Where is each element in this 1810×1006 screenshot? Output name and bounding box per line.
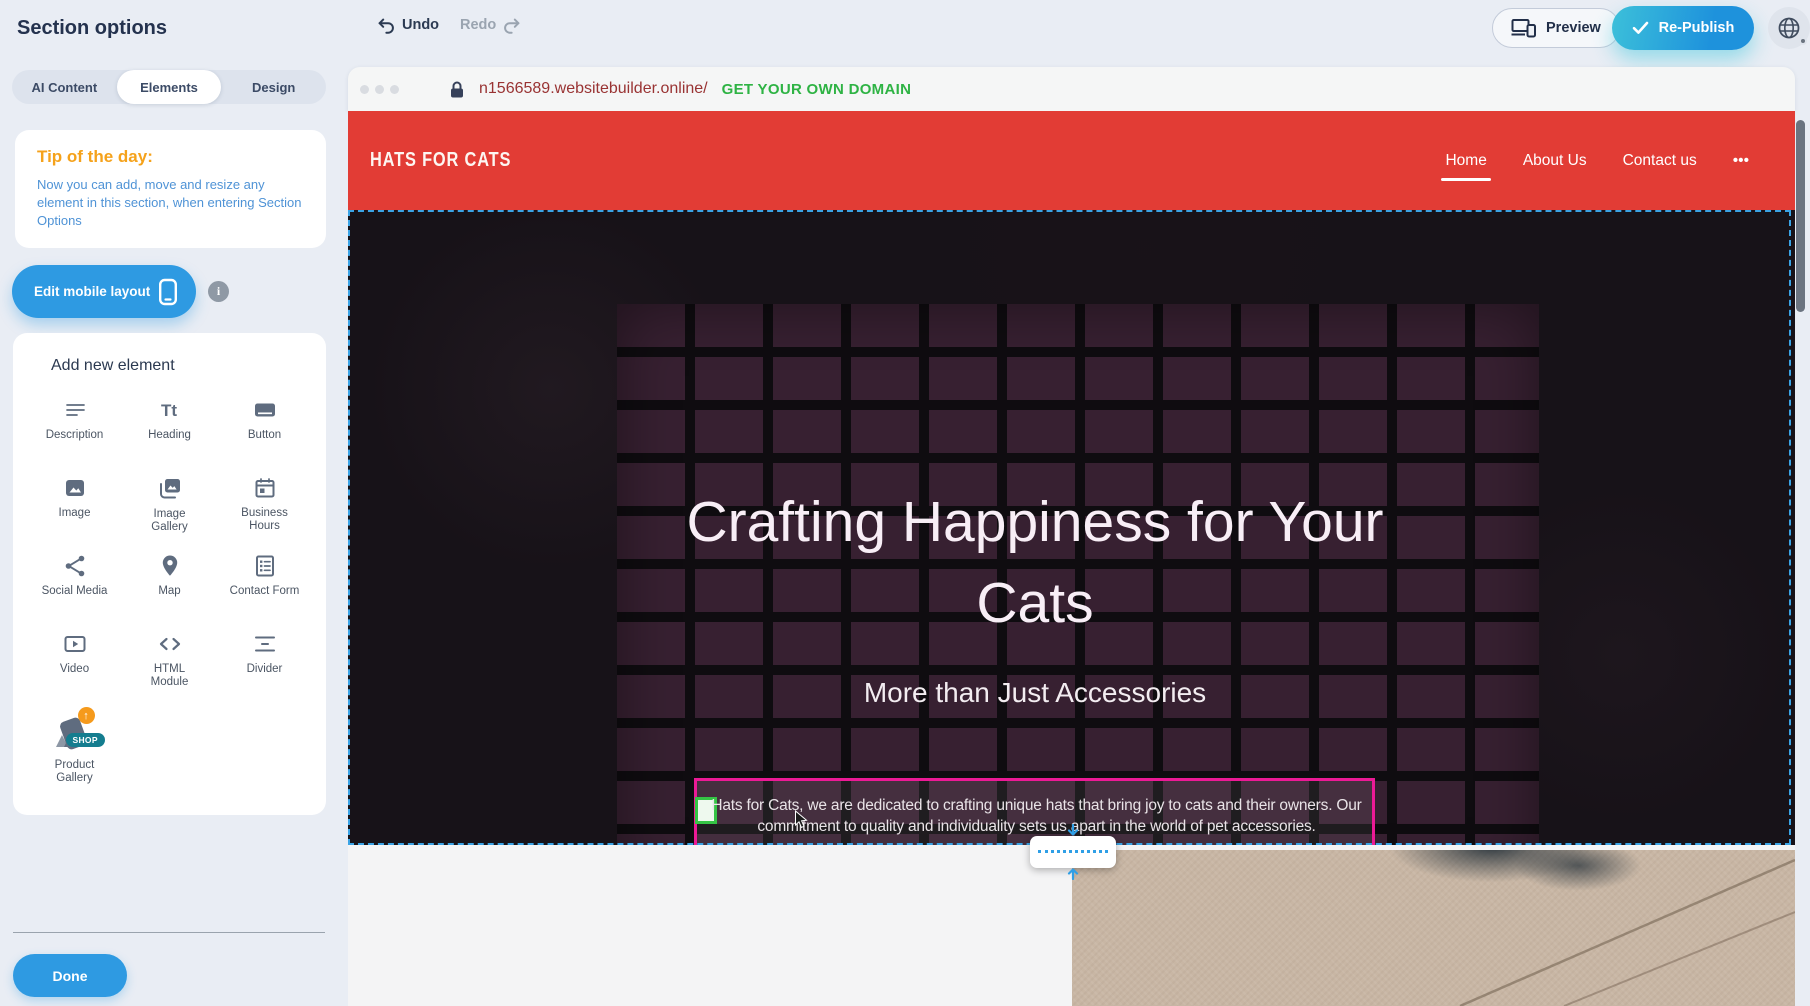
heading-icon: Tt bbox=[157, 397, 183, 423]
lock-icon bbox=[449, 80, 465, 99]
panel-tabs: AI Content Elements Design bbox=[12, 70, 326, 104]
add-new-element-card: Add new element Description Tt Heading bbox=[13, 333, 326, 815]
section-resize-handle[interactable] bbox=[1030, 836, 1116, 868]
edit-mobile-layout-button[interactable]: Edit mobile layout bbox=[12, 265, 196, 318]
devices-icon bbox=[1511, 18, 1537, 38]
description-icon bbox=[62, 397, 88, 423]
element-html-module[interactable]: HTML Module bbox=[122, 631, 217, 695]
element-description[interactable]: Description bbox=[27, 397, 122, 461]
image-icon bbox=[62, 475, 88, 501]
tab-elements[interactable]: Elements bbox=[117, 70, 222, 104]
redo-icon bbox=[503, 16, 523, 34]
get-domain-link[interactable]: GET YOUR OWN DOMAIN bbox=[722, 81, 912, 98]
element-grid: Description Tt Heading Button bbox=[27, 397, 312, 785]
element-map[interactable]: Map bbox=[122, 553, 217, 617]
tab-design[interactable]: Design bbox=[221, 70, 326, 104]
button-icon bbox=[252, 397, 278, 423]
add-element-title: Add new element bbox=[27, 357, 312, 375]
check-icon bbox=[1632, 21, 1649, 35]
element-video[interactable]: Video bbox=[27, 631, 122, 695]
undo-button[interactable]: Undo bbox=[375, 16, 439, 34]
map-icon bbox=[157, 553, 183, 579]
done-button[interactable]: Done bbox=[13, 954, 127, 997]
tab-ai-content[interactable]: AI Content bbox=[12, 70, 117, 104]
element-image-gallery[interactable]: Image Gallery bbox=[122, 475, 217, 539]
mobile-phone-icon bbox=[158, 278, 178, 306]
site-preview-window: n1566589.websitebuilder.online/ GET YOUR… bbox=[348, 67, 1795, 1006]
tip-title: Tip of the day: bbox=[37, 147, 304, 167]
resize-arrows bbox=[1067, 824, 1080, 880]
edit-mobile-layout-label: Edit mobile layout bbox=[34, 284, 150, 299]
tip-body: Now you can add, move and resize any ele… bbox=[37, 176, 307, 230]
shop-badge: SHOP bbox=[66, 733, 105, 747]
tip-of-the-day-card: Tip of the day: Now you can add, move an… bbox=[15, 130, 326, 248]
website-builder-app: Section options AI Content Elements Desi… bbox=[0, 0, 1810, 1006]
product-gallery-icon: ↑ SHOP bbox=[53, 709, 97, 753]
panel-divider bbox=[13, 932, 325, 933]
site-logo[interactable]: HATS FOR CATS bbox=[370, 149, 511, 172]
browser-address-bar: n1566589.websitebuilder.online/ GET YOUR… bbox=[348, 67, 1795, 111]
arrow-down-icon bbox=[1067, 824, 1080, 838]
element-image[interactable]: Image bbox=[27, 475, 122, 539]
redo-button[interactable]: Redo bbox=[460, 16, 523, 34]
element-contact-form[interactable]: Contact Form bbox=[217, 553, 312, 617]
contact-form-icon bbox=[252, 553, 278, 579]
hero-heading[interactable]: Crafting Happiness for Your Cats bbox=[625, 482, 1445, 644]
video-icon bbox=[62, 631, 88, 657]
preview-button[interactable]: Preview bbox=[1492, 8, 1620, 48]
social-media-icon bbox=[62, 553, 88, 579]
business-hours-icon bbox=[252, 475, 278, 501]
page-title: Section options bbox=[17, 17, 167, 40]
element-button[interactable]: Button bbox=[217, 397, 312, 461]
element-business-hours[interactable]: Business Hours bbox=[217, 475, 312, 539]
scrollbar-thumb[interactable] bbox=[1796, 120, 1805, 312]
arrow-up-icon bbox=[1067, 866, 1080, 880]
pavement-photo bbox=[1072, 850, 1795, 1006]
upload-arrow-badge: ↑ bbox=[78, 707, 95, 724]
mouse-cursor bbox=[794, 810, 809, 835]
image-gallery-icon bbox=[156, 475, 183, 502]
divider-icon bbox=[252, 631, 278, 657]
element-social-media[interactable]: Social Media bbox=[27, 553, 122, 617]
browser-dots bbox=[360, 85, 399, 94]
element-divider[interactable]: Divider bbox=[217, 631, 312, 695]
site-url[interactable]: n1566589.websitebuilder.online/ bbox=[479, 80, 708, 98]
site-header: HATS FOR CATS Home About Us Contact us •… bbox=[348, 111, 1795, 210]
language-globe-button[interactable] bbox=[1768, 7, 1810, 49]
undo-icon bbox=[375, 16, 395, 34]
site-nav: Home About Us Contact us ••• bbox=[1445, 111, 1749, 210]
nav-about-us[interactable]: About Us bbox=[1523, 152, 1587, 170]
svg-text:Tt: Tt bbox=[161, 401, 177, 420]
hero-subheading[interactable]: More than Just Accessories bbox=[625, 677, 1445, 709]
nav-home[interactable]: Home bbox=[1445, 152, 1486, 170]
html-module-icon bbox=[157, 631, 183, 657]
element-product-gallery[interactable]: ↑ SHOP Product Gallery bbox=[27, 709, 122, 785]
republish-button[interactable]: Re-Publish bbox=[1612, 6, 1754, 50]
nav-more-menu[interactable]: ••• bbox=[1733, 152, 1749, 170]
element-heading[interactable]: Tt Heading bbox=[122, 397, 217, 461]
globe-icon bbox=[1776, 15, 1802, 41]
info-icon[interactable]: i bbox=[208, 281, 229, 302]
hero-section[interactable]: Crafting Happiness for Your Cats More th… bbox=[348, 210, 1795, 845]
nav-contact-us[interactable]: Contact us bbox=[1623, 152, 1697, 170]
globe-status-dot bbox=[1799, 37, 1807, 45]
